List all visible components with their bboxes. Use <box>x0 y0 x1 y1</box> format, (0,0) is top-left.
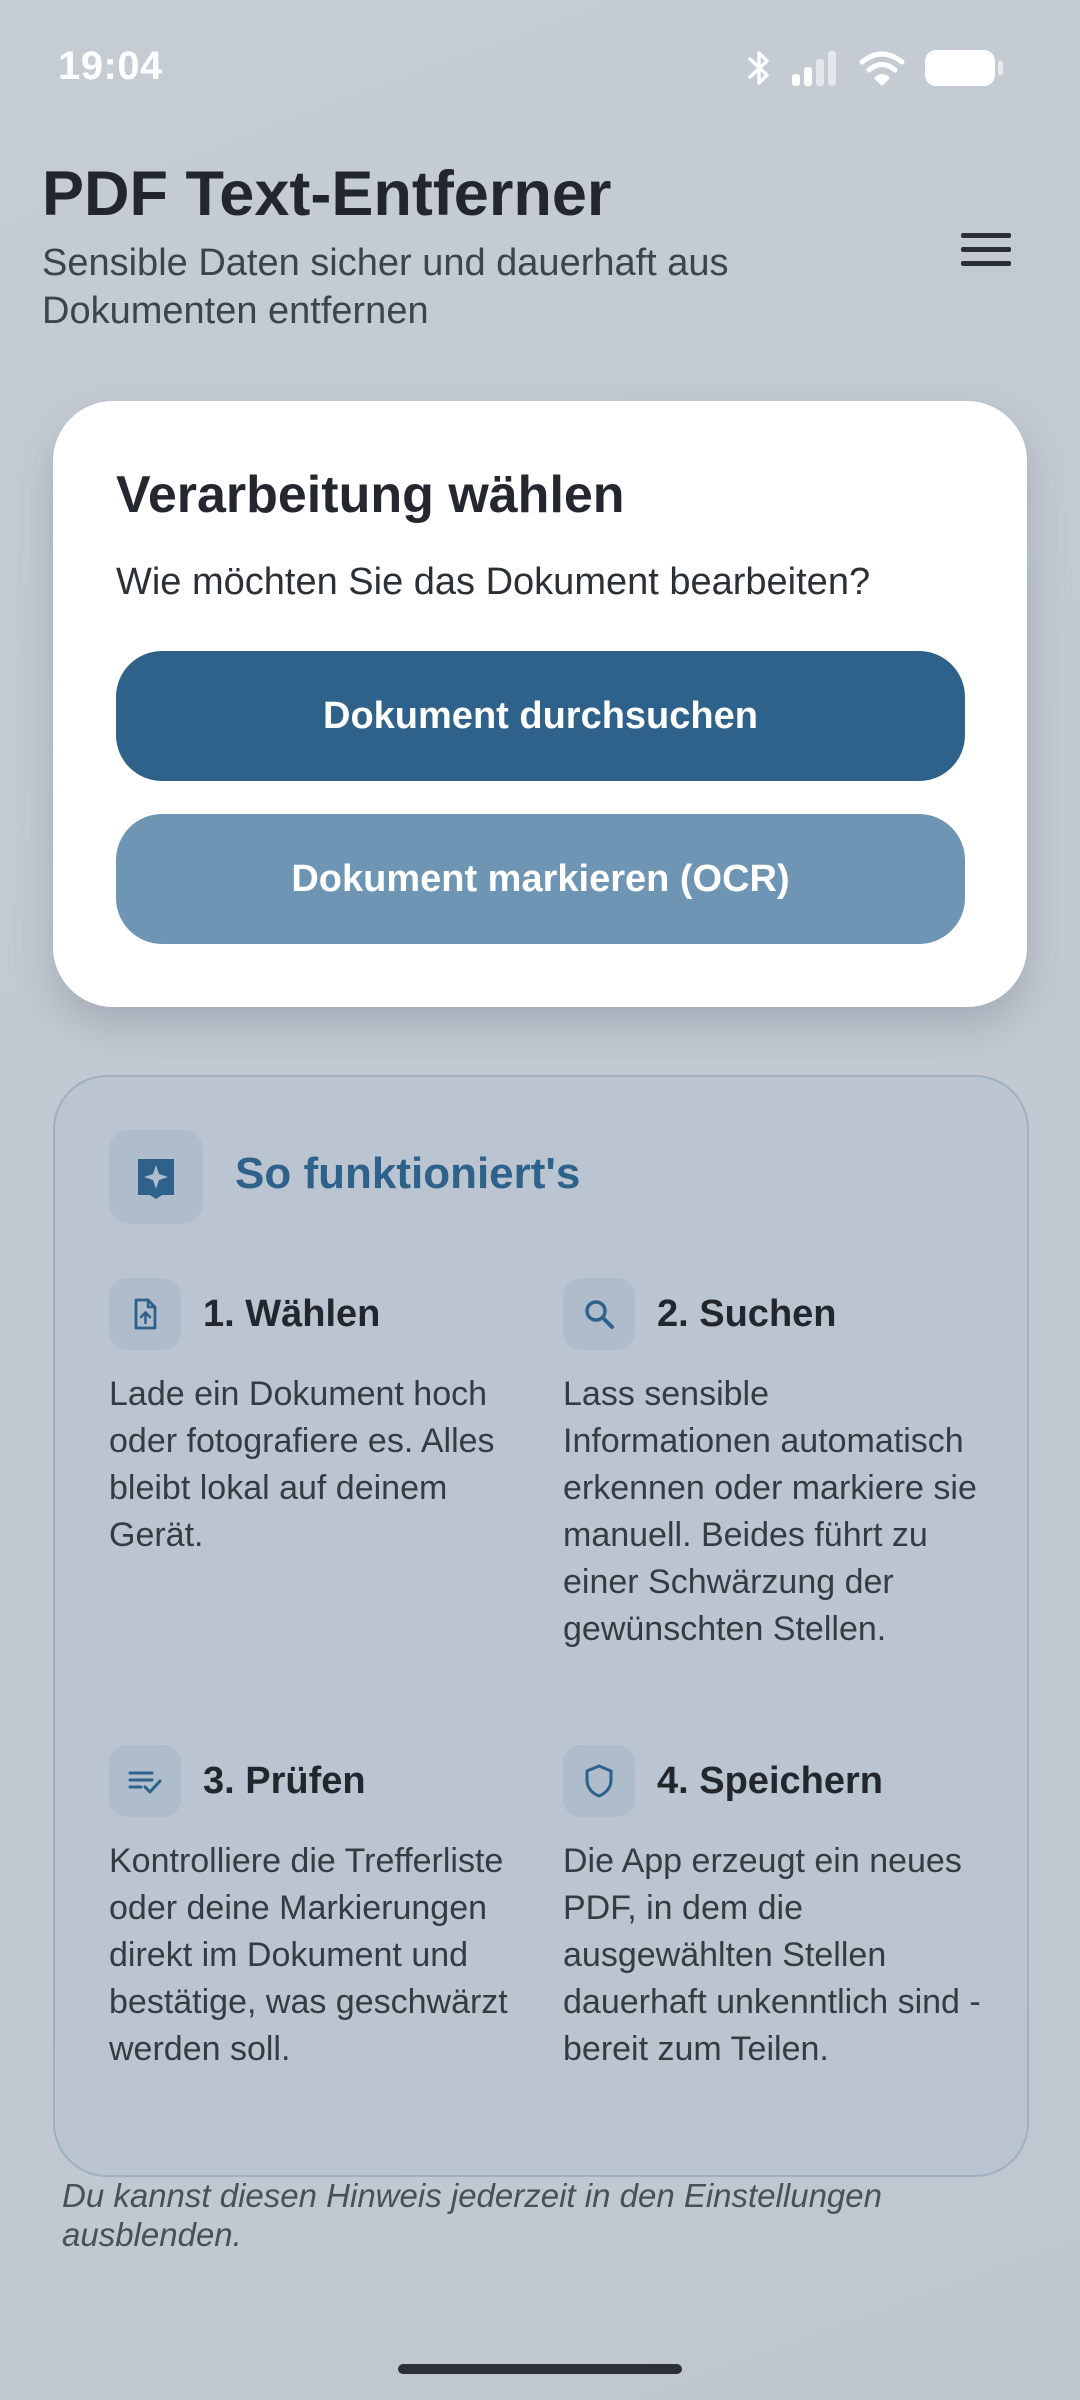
step-search: 2. Suchen Lass sensible Informationen au… <box>563 1277 983 1653</box>
status-time: 19:04 <box>58 44 163 88</box>
step-title: 3. Prüfen <box>203 1759 366 1802</box>
mark-document-ocr-button[interactable]: Dokument markieren (OCR) <box>116 814 965 944</box>
processing-choice-card: Verarbeitung wählen Wie möchten Sie das … <box>53 401 1027 1007</box>
step-choose: 1. Wählen Lade ein Dokument hoch oder fo… <box>109 1277 529 1559</box>
checklist-icon <box>109 1745 181 1817</box>
hint-text: Du kannst diesen Hinweis jederzeit in de… <box>62 2177 882 2253</box>
app-header: PDF Text-Entferner Sensible Daten sicher… <box>42 155 922 335</box>
hamburger-menu-icon[interactable] <box>948 218 1024 280</box>
how-it-works-title: So funktioniert's <box>235 1149 581 1198</box>
step-title: 2. Suchen <box>657 1292 837 1335</box>
step-description: Lass sensible Informationen automatisch … <box>563 1375 977 1648</box>
step-description: Die App erzeugt ein neues PDF, in dem di… <box>563 1842 981 2068</box>
step-description: Kontrolliere die Trefferliste oder deine… <box>109 1842 508 2068</box>
sparkle-icon <box>109 1130 203 1224</box>
home-indicator[interactable] <box>398 2364 682 2374</box>
card-question: Wie möchten Sie das Dokument bearbeiten? <box>116 561 871 603</box>
signal-icon <box>790 50 840 86</box>
step-title: 1. Wählen <box>203 1292 381 1335</box>
how-it-works-panel: So funktioniert's 1. Wählen Lade ein Dok… <box>53 1075 1029 2177</box>
status-bar: 19:04 <box>0 0 1080 130</box>
file-upload-icon <box>109 1278 181 1350</box>
app-title: PDF Text-Entferner <box>42 159 612 229</box>
app-subtitle: Sensible Daten sicher und dauerhaft aus … <box>42 242 729 332</box>
status-icons <box>746 48 1004 88</box>
search-icon <box>563 1278 635 1350</box>
card-title: Verarbeitung wählen <box>116 466 625 524</box>
step-save: 4. Speichern Die App erzeugt ein neues P… <box>563 1744 983 2073</box>
bluetooth-icon <box>746 49 772 87</box>
search-document-button[interactable]: Dokument durchsuchen <box>116 651 965 781</box>
battery-icon <box>924 49 1004 87</box>
shield-icon <box>563 1745 635 1817</box>
step-title: 4. Speichern <box>657 1759 883 1802</box>
step-description: Lade ein Dokument hoch oder fotografiere… <box>109 1375 495 1554</box>
step-review: 3. Prüfen Kontrolliere die Trefferliste … <box>109 1744 529 2073</box>
wifi-icon <box>858 50 906 86</box>
